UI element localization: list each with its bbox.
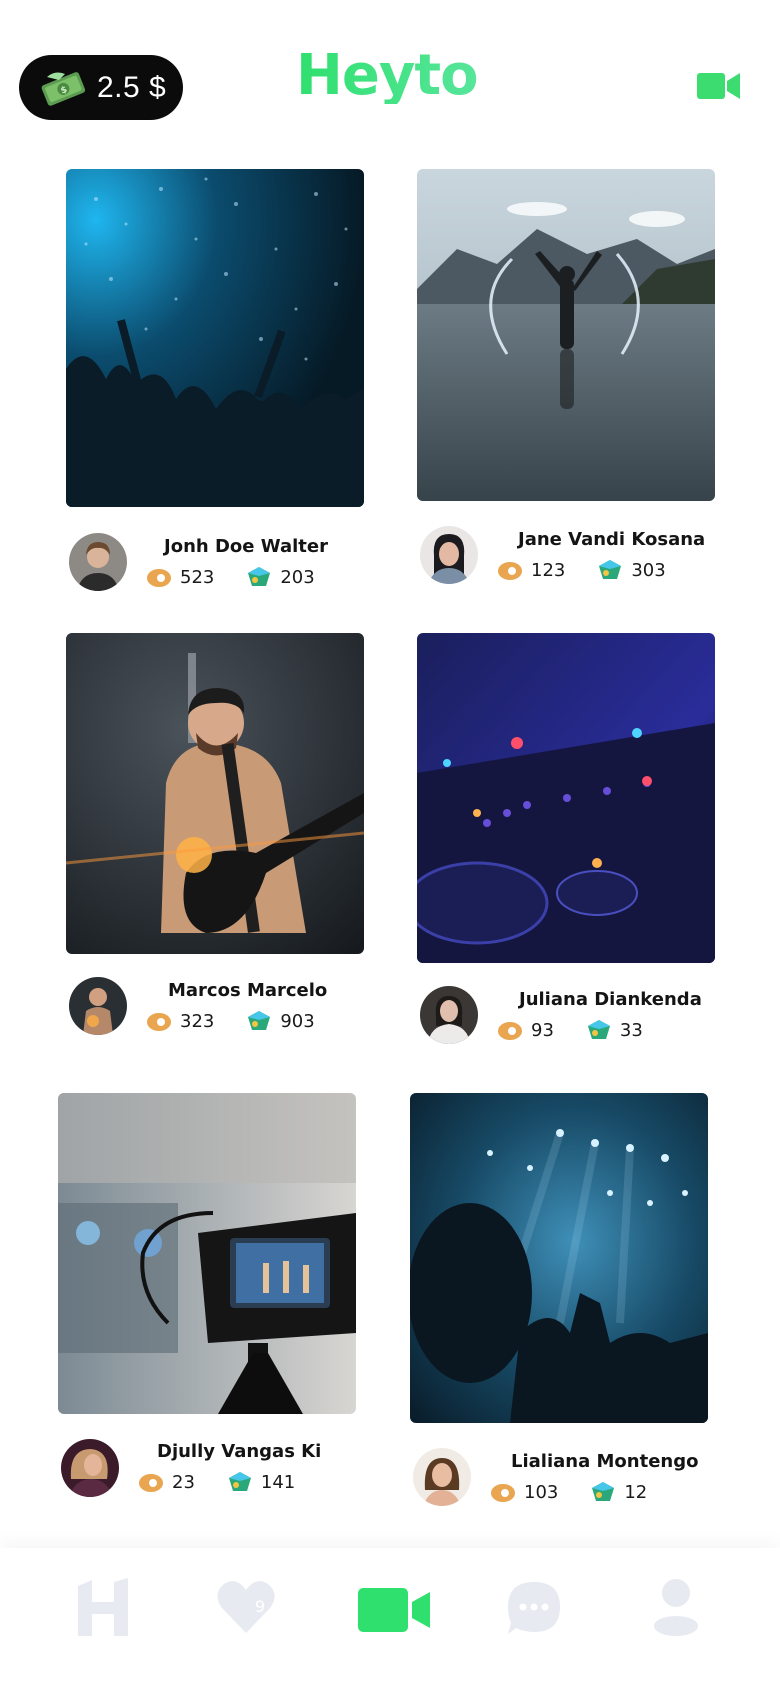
streamer-name: Jonh Doe Walter xyxy=(164,536,328,557)
profile-icon[interactable] xyxy=(654,1578,698,1636)
gems-count: 141 xyxy=(260,1471,296,1493)
user-photo xyxy=(69,977,127,1035)
eye-icon xyxy=(139,1474,163,1492)
favorites-badge: 9 xyxy=(255,1597,265,1616)
user-photo xyxy=(413,1448,471,1506)
streamer-name: Jane Vandi Kosana xyxy=(518,529,706,550)
views-count: 323 xyxy=(180,1010,215,1032)
eye-icon xyxy=(498,1022,522,1040)
gem-icon xyxy=(248,567,271,586)
stream-thumbnail[interactable] xyxy=(58,1093,356,1414)
user-photo xyxy=(420,526,478,584)
video-camera-stage-image xyxy=(58,1093,356,1414)
streamer-name: Djully Vangas Ki xyxy=(157,1441,322,1462)
stream-thumbnail[interactable] xyxy=(417,169,715,501)
stream-thumbnail[interactable] xyxy=(417,633,715,963)
gems-stat: 303 xyxy=(597,559,666,581)
views-stat: 523 xyxy=(146,566,214,588)
video-camera-icon[interactable] xyxy=(697,70,741,102)
avatar[interactable] xyxy=(420,526,478,584)
streamer-name: Marcos Marcelo xyxy=(168,980,328,1001)
user-photo xyxy=(69,533,127,591)
wallet-balance-pill[interactable]: $ 2.5 $ xyxy=(19,55,183,120)
stream-stats: 123 303 xyxy=(497,559,666,581)
feed-screen: $ 2.5 $ Heyto Jonh Doe Walter 523 203 Ja… xyxy=(0,0,780,1688)
views-count: 123 xyxy=(531,559,566,581)
stream-stats: 523 203 xyxy=(146,566,315,588)
guitarist-image xyxy=(66,633,364,954)
streamer-name: Lialiana Montengo xyxy=(511,1451,699,1472)
stream-stats: 93 33 xyxy=(497,1019,643,1041)
views-stat: 323 xyxy=(146,1010,214,1032)
home-h-icon[interactable] xyxy=(78,1578,128,1638)
avatar[interactable] xyxy=(420,986,478,1044)
views-stat: 103 xyxy=(490,1481,558,1503)
heart-icon: 9 xyxy=(217,1581,275,1633)
views-count: 23 xyxy=(172,1471,195,1493)
video-camera-icon[interactable] xyxy=(358,1586,432,1634)
gems-stat: 903 xyxy=(246,1010,315,1032)
lake-splash-image xyxy=(417,169,715,501)
views-stat: 23 xyxy=(138,1471,195,1493)
gem-icon xyxy=(587,1020,610,1039)
concert-crowd-image xyxy=(66,169,364,507)
gem-icon xyxy=(592,1482,615,1501)
money-bill-icon: $ xyxy=(41,71,86,106)
views-stat: 93 xyxy=(497,1019,554,1041)
user-photo xyxy=(420,986,478,1044)
stream-stats: 23 141 xyxy=(138,1471,295,1493)
avatar[interactable] xyxy=(69,533,127,591)
gems-count: 903 xyxy=(280,1010,315,1032)
eye-icon xyxy=(147,1013,171,1031)
eye-icon xyxy=(491,1484,515,1502)
stream-thumbnail[interactable] xyxy=(66,169,364,507)
views-count: 103 xyxy=(524,1481,559,1503)
gems-count: 12 xyxy=(624,1481,648,1503)
bottom-navigation: 9 xyxy=(0,1548,780,1688)
gems-count: 303 xyxy=(631,559,666,581)
avatar[interactable] xyxy=(61,1439,119,1497)
views-count: 523 xyxy=(180,566,215,588)
chat-bubble-icon[interactable] xyxy=(506,1580,562,1636)
gem-icon xyxy=(248,1011,271,1030)
views-stat: 123 xyxy=(497,559,565,581)
gems-count: 203 xyxy=(280,566,315,588)
views-count: 93 xyxy=(531,1019,554,1041)
stream-stats: 103 12 xyxy=(490,1481,647,1503)
gem-icon xyxy=(599,560,622,579)
eye-icon xyxy=(147,569,171,587)
dj-mixer-image xyxy=(417,633,715,963)
favorites-nav-item[interactable]: 9 xyxy=(216,1578,276,1638)
gems-count: 33 xyxy=(619,1019,643,1041)
stream-thumbnail[interactable] xyxy=(410,1093,708,1423)
eye-icon xyxy=(498,562,522,580)
user-photo xyxy=(61,1439,119,1497)
wallet-amount: 2.5 $ xyxy=(97,70,167,104)
gems-stat: 141 xyxy=(227,1471,295,1493)
gems-stat: 33 xyxy=(586,1019,643,1041)
gems-stat: 203 xyxy=(246,566,315,588)
avatar[interactable] xyxy=(69,977,127,1035)
stream-thumbnail[interactable] xyxy=(66,633,364,954)
stream-stats: 323 903 xyxy=(146,1010,315,1032)
concert-stage-image xyxy=(410,1093,708,1423)
gem-icon xyxy=(228,1472,251,1491)
avatar[interactable] xyxy=(413,1448,471,1506)
streamer-name: Juliana Diankenda xyxy=(519,989,702,1010)
gems-stat: 12 xyxy=(590,1481,647,1503)
app-logo: Heyto xyxy=(296,43,479,108)
